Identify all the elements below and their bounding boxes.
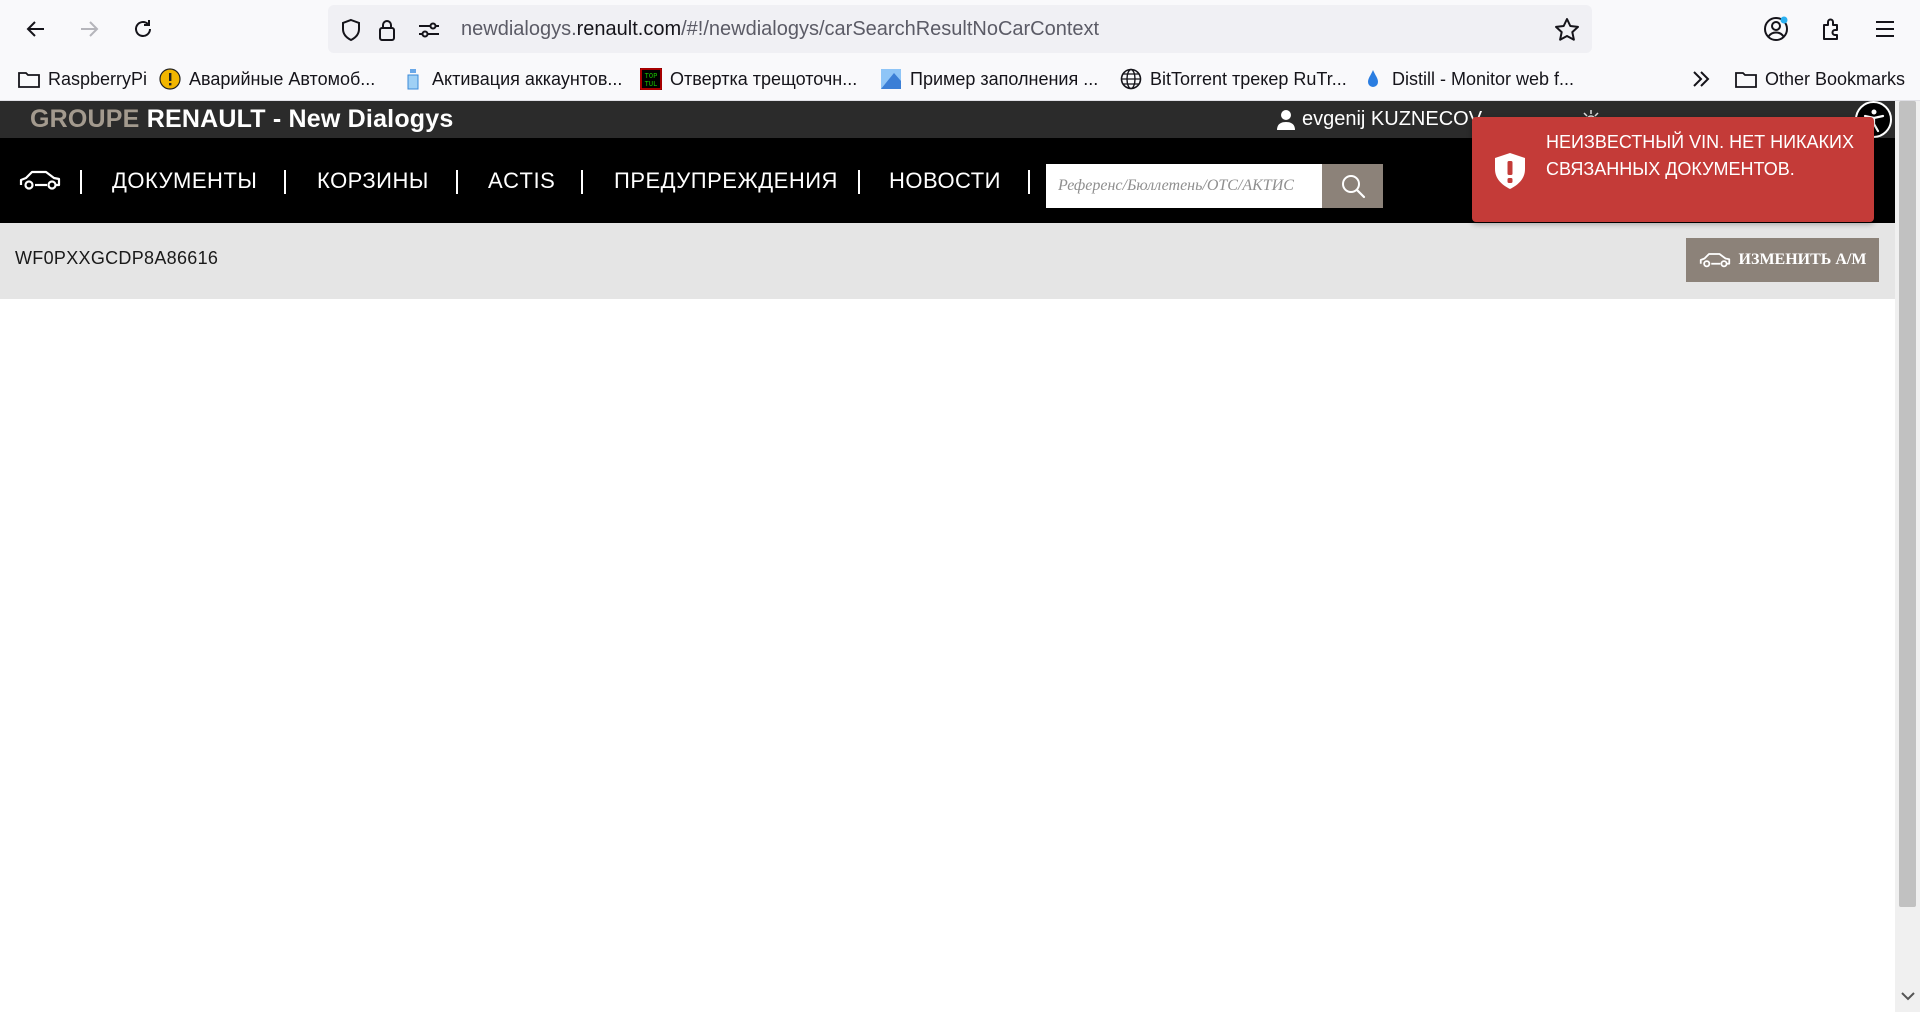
hamburger-icon — [1876, 21, 1894, 37]
scrollbar-thumb[interactable] — [1899, 101, 1916, 907]
vin-number: WF0PXXGCDP8A86616 — [15, 248, 219, 268]
bookmark-raspberrypi[interactable]: RaspberryPi — [18, 58, 147, 100]
forward-arrow-icon — [81, 21, 99, 37]
svg-text:TOP: TOP — [645, 72, 658, 80]
menu-button[interactable] — [1866, 12, 1904, 46]
bookmark-filling-example[interactable]: Пример заполнения ... — [880, 58, 1098, 100]
account-icon — [1764, 16, 1788, 41]
toptul-icon: TOP TUL — [640, 68, 662, 90]
bookmark-ratchet-screwdriver[interactable]: TOP TUL Отвертка трещоточн... — [640, 58, 857, 100]
page-scrollbar[interactable] — [1895, 101, 1920, 1012]
drop-icon — [1362, 68, 1384, 90]
nav-baskets[interactable]: КОРЗИНЫ — [317, 138, 429, 223]
nav-actis[interactable]: ACTIS — [488, 138, 555, 223]
bookmark-accident-cars[interactable]: Аварийные Автомоб... — [159, 58, 375, 100]
forward-button[interactable] — [70, 12, 108, 46]
change-vehicle-button[interactable]: ИЗМЕНИТЬ А/М — [1686, 238, 1879, 282]
bottle-icon — [402, 68, 424, 90]
double-chevron-icon — [1690, 68, 1712, 90]
nav-separator — [80, 170, 82, 194]
vehicle-context-bar: WF0PXXGCDP8A86616 ИЗМЕНИТЬ А/М — [0, 223, 1895, 299]
page-content: GROUPE RENAULT - New Dialogys evgenij KU… — [0, 101, 1895, 1012]
nav-separator — [284, 170, 286, 194]
toast-message: НЕИЗВЕСТНЫЙ VIN. НЕТ НИКАКИХ СВЯЗАННЫХ Д… — [1546, 132, 1854, 179]
account-button[interactable] — [1757, 12, 1795, 46]
brand-logo[interactable]: GROUPE RENAULT - New Dialogys — [30, 101, 453, 138]
folder-icon — [1735, 68, 1757, 90]
folder-icon — [18, 68, 40, 90]
bookmark-distill[interactable]: Distill - Monitor web f... — [1362, 58, 1574, 100]
nav-news[interactable]: НОВОСТИ — [889, 138, 1001, 223]
back-button[interactable] — [17, 12, 55, 46]
scroll-down-arrow-icon[interactable] — [1901, 988, 1915, 1006]
url-text[interactable]: newdialogys.renault.com/#!/newdialogys/c… — [461, 5, 1099, 53]
vehicle-button[interactable] — [18, 162, 62, 198]
reload-icon — [135, 20, 151, 37]
car-icon — [1699, 251, 1731, 269]
shield-alert-icon — [1492, 151, 1528, 196]
extensions-button[interactable] — [1812, 12, 1850, 46]
svg-text:TUL: TUL — [645, 80, 658, 88]
address-bar[interactable]: newdialogys.renault.com/#!/newdialogys/c… — [328, 5, 1592, 53]
bookmarks-bar: RaspberryPi Аварийные Автомоб... Активац… — [0, 58, 1920, 101]
nav-separator — [581, 170, 583, 194]
puzzle-icon — [1823, 18, 1838, 40]
bookmark-star-icon[interactable] — [1554, 17, 1580, 43]
car-icon — [19, 170, 61, 190]
search-button[interactable] — [1322, 164, 1383, 208]
globe-icon — [1120, 68, 1142, 90]
bookmark-rutracker[interactable]: BitTorrent трекер RuTr... — [1120, 58, 1347, 100]
nav-warnings[interactable]: ПРЕДУПРЕЖДЕНИЯ — [614, 138, 838, 223]
shield-icon[interactable] — [338, 17, 364, 43]
nav-separator — [858, 170, 860, 194]
search-icon — [1341, 175, 1365, 199]
reference-search-input[interactable] — [1046, 164, 1322, 208]
browser-toolbar: newdialogys.renault.com/#!/newdialogys/c… — [0, 0, 1920, 58]
other-bookmarks[interactable]: Other Bookmarks — [1735, 58, 1905, 100]
bookmark-account-activation[interactable]: Активация аккаунтов... — [402, 58, 622, 100]
image-icon — [880, 68, 902, 90]
lock-icon[interactable] — [374, 17, 400, 43]
error-toast[interactable]: НЕИЗВЕСТНЫЙ VIN. НЕТ НИКАКИХ СВЯЗАННЫХ Д… — [1472, 117, 1874, 222]
user-name: evgenij KUZNECOV — [1302, 108, 1483, 130]
nav-documents[interactable]: ДОКУМЕНТЫ — [112, 138, 257, 223]
warning-icon — [159, 68, 181, 90]
user-icon — [1276, 109, 1296, 131]
back-arrow-icon — [26, 21, 44, 37]
reload-button[interactable] — [124, 12, 162, 46]
user-menu[interactable]: evgenij KUZNECOV — [1276, 101, 1482, 138]
site-permissions-icon[interactable] — [416, 17, 442, 43]
nav-separator — [456, 170, 458, 194]
nav-separator — [1028, 170, 1030, 194]
bookmarks-overflow-button[interactable] — [1690, 58, 1720, 100]
